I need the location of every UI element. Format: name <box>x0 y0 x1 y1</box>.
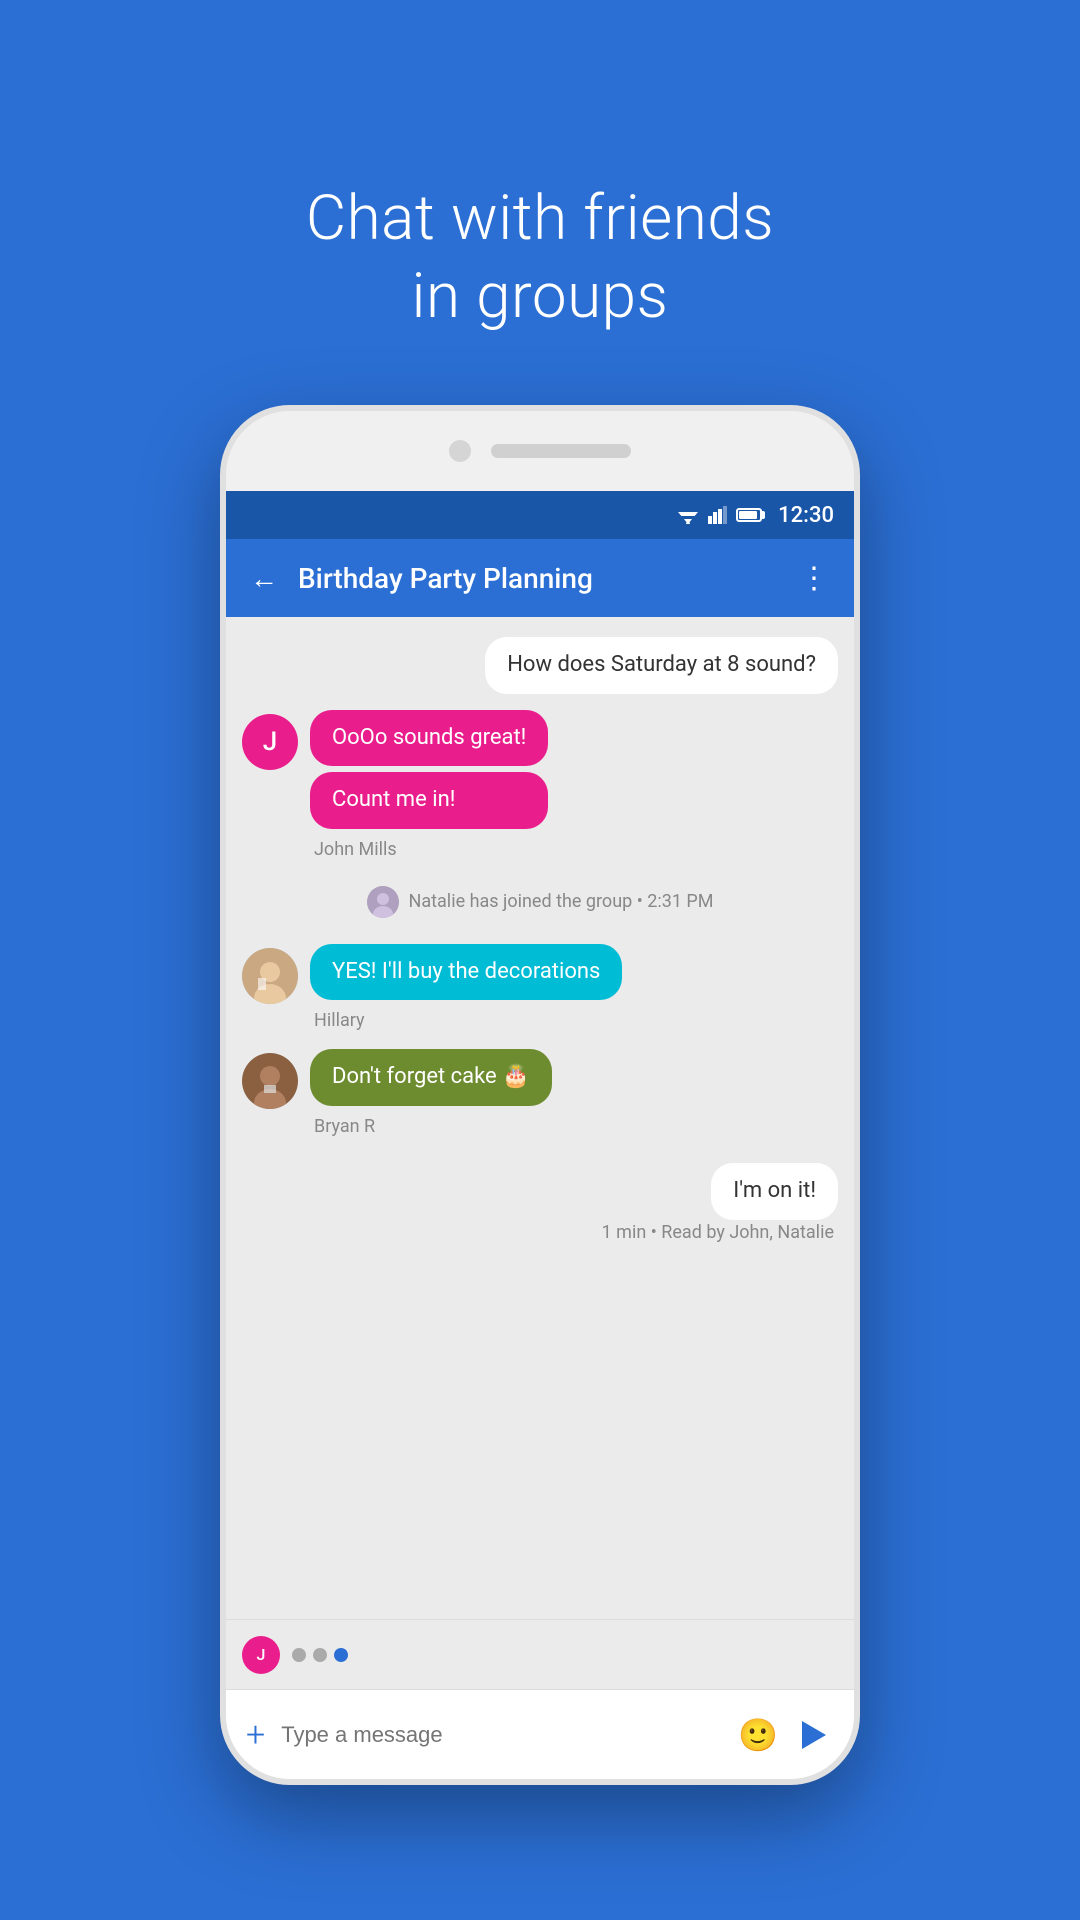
read-receipt: 1 min • Read by John, Natalie <box>602 1222 838 1243</box>
msgs-stack: OoOo sounds great! Count me in! John Mil… <box>310 710 548 860</box>
more-menu-button[interactable]: ⋮ <box>799 561 830 596</box>
message-row: I'm on it! 1 min • Read by John, Natalie <box>242 1163 838 1243</box>
send-arrow-icon <box>802 1721 826 1749</box>
typing-area: J <box>226 1619 854 1689</box>
bubble: Count me in! <box>310 772 548 829</box>
hero-section: Chat with friends in groups <box>306 0 774 335</box>
sender-name: John Mills <box>314 839 548 860</box>
back-button[interactable]: ← <box>250 562 278 595</box>
dot-2 <box>313 1648 327 1662</box>
message-row: How does Saturday at 8 sound? <box>242 637 838 694</box>
avatar-bryan <box>242 1053 298 1109</box>
system-avatar <box>367 886 399 918</box>
hero-title: Chat with friends in groups <box>306 180 774 335</box>
status-time: 12:30 <box>778 503 834 528</box>
avatar: J <box>242 714 298 770</box>
dot-3 <box>334 1648 348 1662</box>
status-icons: 12:30 <box>676 503 834 528</box>
typing-dots <box>292 1648 348 1662</box>
wifi-icon <box>676 506 700 524</box>
message-input[interactable] <box>281 1722 722 1748</box>
phone-frame: 12:30 ← Birthday Party Planning ⋮ How do… <box>220 405 860 1785</box>
bubble: Don't forget cake 🎂 <box>310 1049 552 1106</box>
sender-name: Bryan R <box>314 1116 552 1137</box>
status-bar: 12:30 <box>226 491 854 539</box>
bubble: How does Saturday at 8 sound? <box>485 637 838 694</box>
input-bar: + 🙂 <box>226 1689 854 1779</box>
phone-hardware-top <box>226 411 854 491</box>
system-text: Natalie has joined the group • 2:31 PM <box>409 891 714 912</box>
phone-camera <box>449 440 471 462</box>
sender-name: Hillary <box>314 1010 622 1031</box>
chat-area: How does Saturday at 8 sound? J OoOo sou… <box>226 617 854 1619</box>
typing-avatar: J <box>242 1636 280 1674</box>
app-bar: ← Birthday Party Planning ⋮ <box>226 539 854 617</box>
plus-button[interactable]: + <box>246 1715 265 1755</box>
signal-icon <box>708 506 728 524</box>
bubble: OoOo sounds great! <box>310 710 548 767</box>
battery-icon <box>736 508 762 522</box>
phone-speaker <box>491 444 631 458</box>
message-row: J OoOo sounds great! Count me in! John M… <box>242 710 838 860</box>
message-row: YES! I'll buy the decorations Hillary <box>242 944 838 1032</box>
bubble: YES! I'll buy the decorations <box>310 944 622 1001</box>
send-button[interactable] <box>794 1715 834 1755</box>
emoji-button[interactable]: 🙂 <box>738 1716 778 1754</box>
msgs-stack: YES! I'll buy the decorations Hillary <box>310 944 622 1032</box>
system-message: Natalie has joined the group • 2:31 PM <box>242 870 838 934</box>
bubble: I'm on it! <box>711 1163 838 1220</box>
app-bar-title: Birthday Party Planning <box>298 562 779 595</box>
avatar-hillary <box>242 948 298 1004</box>
dot-1 <box>292 1648 306 1662</box>
msgs-stack: Don't forget cake 🎂 Bryan R <box>310 1049 552 1137</box>
message-row: Don't forget cake 🎂 Bryan R <box>242 1049 838 1137</box>
